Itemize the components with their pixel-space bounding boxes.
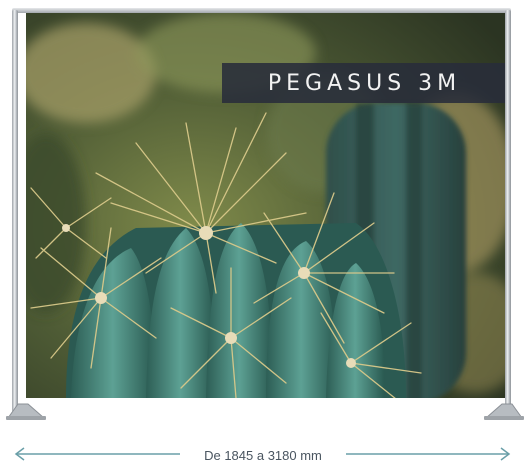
product-illustration: PEGASUS 3M De 1845 a 3180 mm (0, 0, 524, 466)
frame-left-pole (12, 10, 18, 412)
banner-print: PEGASUS 3M (26, 13, 505, 398)
left-foot (6, 403, 46, 420)
frame-top-bar (12, 8, 511, 13)
right-foot (484, 403, 524, 420)
frame-right-pole (505, 10, 511, 412)
brand-box: PEGASUS 3M (222, 63, 505, 103)
brand-name: PEGASUS 3M (267, 70, 462, 96)
width-range-label: De 1845 a 3180 mm (180, 448, 346, 464)
